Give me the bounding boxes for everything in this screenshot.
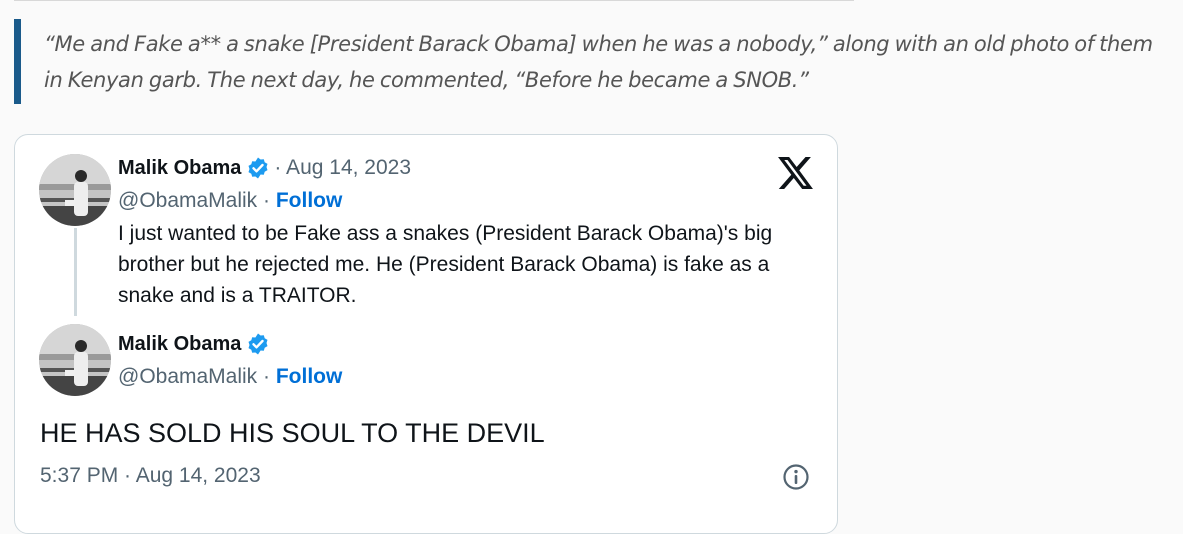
avatar[interactable] [39,154,111,226]
handle-row: @ObamaMalik · Follow [118,189,342,213]
x-logo-icon[interactable] [778,157,813,189]
blockquote-text: “Me and Fake a** a snake [President Bara… [44,32,1153,92]
verified-badge-icon [248,157,268,179]
author-handle[interactable]: @ObamaMalik [118,365,257,388]
separator: · [257,365,276,388]
tweet-date[interactable]: · Aug 14, 2023 [274,156,411,180]
tweet-header: Malik Obama [118,332,270,356]
separator: · [257,189,276,212]
embedded-tweet-card[interactable]: Malik Obama · Aug 14, 2023 @ObamaMalik ·… [14,134,838,534]
handle-row: @ObamaMalik · Follow [118,365,342,389]
author-name[interactable]: Malik Obama [118,157,241,180]
top-divider [14,0,854,1]
follow-button[interactable]: Follow [276,189,343,212]
tweet-text: I just wanted to be Fake ass a snakes (P… [118,222,773,307]
tweet-header: Malik Obama · Aug 14, 2023 [118,156,411,180]
blockquote: “Me and Fake a** a snake [President Bara… [14,19,1174,104]
main-tweet-text: HE HAS SOLD HIS SOUL TO THE DEVIL [40,418,545,448]
author-name[interactable]: Malik Obama [118,333,241,356]
tweet-timestamp[interactable]: 5:37 PM · Aug 14, 2023 [40,464,261,488]
author-handle[interactable]: @ObamaMalik [118,189,257,212]
avatar[interactable] [39,324,111,396]
thread-connector [74,228,77,316]
info-icon[interactable] [782,463,810,491]
verified-badge-icon [248,333,268,355]
follow-button[interactable]: Follow [276,365,343,388]
